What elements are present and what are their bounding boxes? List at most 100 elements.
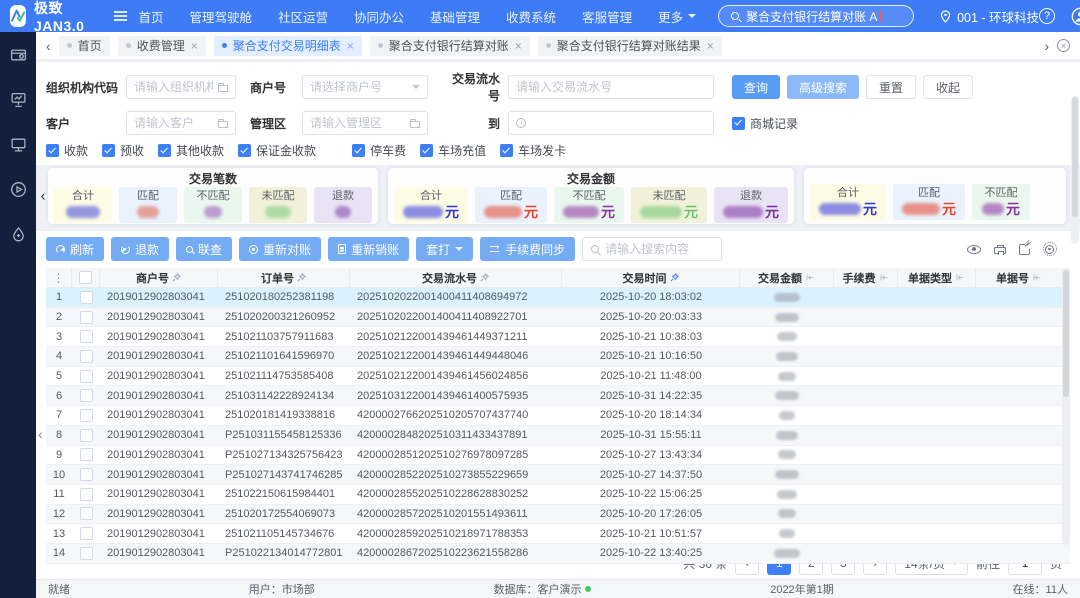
topnav-item[interactable]: 基础管理 (430, 7, 480, 26)
checkbox-checked-icon[interactable] (500, 144, 513, 157)
checkbox-checked-icon[interactable] (46, 144, 59, 157)
checkbox-checked-icon[interactable] (238, 144, 251, 157)
tabs-scroll-left-icon[interactable]: ‹ (46, 39, 51, 53)
page-scrollbar[interactable] (1071, 96, 1079, 244)
archive-icon[interactable] (10, 46, 27, 63)
table-row[interactable]: 92019012902803041P2510271343257564234200… (46, 446, 1070, 466)
row-checkbox[interactable] (80, 291, 93, 304)
water-drop-icon[interactable] (10, 226, 27, 243)
column-header[interactable]: 交易金额 (740, 268, 834, 287)
advanced-search-button[interactable]: 高级搜索 (787, 75, 859, 99)
folder-icon[interactable] (218, 85, 228, 92)
row-checkbox[interactable] (80, 429, 93, 442)
date-to-input[interactable] (508, 111, 714, 135)
table-row[interactable]: 3201901290280304125102110375791168320251… (46, 327, 1070, 347)
header-checkbox[interactable] (79, 271, 92, 284)
tab-item[interactable]: 首页 (59, 36, 110, 56)
tab-close-icon[interactable]: × (191, 39, 198, 53)
print-icon[interactable] (994, 247, 1006, 254)
column-header[interactable]: 商户号 (100, 268, 218, 287)
chevron-down-icon[interactable] (412, 85, 420, 93)
row-checkbox[interactable] (80, 350, 93, 363)
checkbox-checked-icon[interactable] (420, 144, 433, 157)
global-search[interactable]: 聚合支付银行结算对账 A (718, 5, 914, 27)
customer-input[interactable] (126, 111, 236, 135)
filter-checkbox[interactable]: 预收 (102, 142, 144, 159)
folder-icon[interactable] (410, 121, 420, 128)
table-row[interactable]: 5201901290280304125102111475358540820251… (46, 367, 1070, 387)
row-checkbox[interactable] (80, 311, 93, 324)
checkbox-checked-icon[interactable] (102, 144, 115, 157)
presentation-icon[interactable] (10, 91, 27, 108)
tab-item[interactable]: 聚合支付银行结算对账结果× (538, 36, 722, 56)
filter-checkbox[interactable]: 收款 (46, 142, 88, 159)
topnav-item[interactable]: 协同办公 (354, 7, 404, 26)
location-selector[interactable]: 001 - 环球科技 (940, 7, 1039, 26)
filter-checkbox[interactable]: 车场充值 (420, 142, 486, 159)
tab-close-icon[interactable]: × (347, 39, 354, 53)
tab-item[interactable]: 聚合支付交易明细表× (214, 36, 362, 56)
toolbar-button[interactable]: 重新销账 (328, 237, 409, 261)
tabs-scroll-right-icon[interactable]: › (1044, 39, 1049, 53)
area-input[interactable] (302, 111, 428, 135)
column-header[interactable]: 手续费 (834, 268, 898, 287)
row-menu-icon[interactable]: ⋮ (46, 268, 72, 287)
toolbar-button[interactable]: 套打 (416, 237, 473, 261)
toolbar-button[interactable]: 退款 (111, 237, 169, 261)
toolbar-button[interactable]: 手续费同步 (480, 237, 575, 261)
folder-icon[interactable] (218, 121, 228, 128)
row-checkbox[interactable] (80, 448, 93, 461)
monitor-icon[interactable] (10, 136, 27, 153)
topnav-item[interactable]: 首页 (138, 7, 163, 26)
column-header[interactable]: 交易时间 (562, 268, 740, 287)
table-row[interactable]: 1201901290280304125102018025238119820251… (46, 288, 1070, 308)
tab-close-icon[interactable]: × (515, 39, 522, 53)
table-search[interactable] (582, 237, 722, 261)
help-icon[interactable]: ? (1039, 8, 1055, 24)
row-checkbox[interactable] (80, 370, 93, 383)
row-checkbox[interactable] (80, 527, 93, 540)
table-row[interactable]: 142019012902803041P251022134014772801420… (46, 544, 1070, 564)
table-row[interactable]: 2201901290280304125102020032126095220251… (46, 308, 1070, 328)
filter-checkbox[interactable]: 车场发卡 (500, 142, 566, 159)
table-scroll-left-icon[interactable]: ‹ (38, 426, 43, 442)
table-scrollbar[interactable] (1062, 268, 1070, 545)
row-checkbox[interactable] (80, 468, 93, 481)
filter-checkbox[interactable]: 保证金收款 (238, 142, 316, 159)
tab-item[interactable]: 收费管理× (118, 36, 206, 56)
column-header[interactable]: 交易流水号 (350, 268, 562, 287)
settings-icon[interactable] (1045, 245, 1054, 254)
table-row[interactable]: 6201901290280304125103114222892413420251… (46, 386, 1070, 406)
collapse-button[interactable]: 收起 (923, 75, 973, 99)
checkbox-checked-icon[interactable] (158, 144, 171, 157)
checkbox-checked-icon[interactable] (352, 144, 365, 157)
toolbar-button[interactable]: 重新对账 (239, 237, 321, 261)
filter-checkbox[interactable]: 其他收款 (158, 142, 224, 159)
filter-checkbox[interactable]: 停车费 (352, 142, 406, 159)
row-checkbox[interactable] (80, 488, 93, 501)
topnav-item[interactable]: 管理驾驶舱 (189, 7, 252, 26)
toolbar-button[interactable]: 联查 (176, 237, 232, 261)
column-header[interactable]: 订单号 (218, 268, 350, 287)
mall-record-checkbox[interactable]: 商城记录 (732, 115, 798, 132)
stats-prev-icon[interactable]: ‹ (37, 188, 49, 205)
view-icon[interactable] (967, 245, 981, 254)
row-checkbox[interactable] (80, 547, 93, 560)
table-row[interactable]: 7201901290280304125102018141933881642000… (46, 406, 1070, 426)
topnav-item[interactable]: 客服管理 (582, 7, 632, 26)
row-checkbox[interactable] (80, 409, 93, 422)
topnav-item[interactable]: 收费系统 (506, 7, 556, 26)
topnav-more[interactable]: 更多 (658, 7, 696, 26)
column-header[interactable]: 单据类型 (898, 268, 976, 287)
user-avatar[interactable] (1071, 7, 1080, 26)
column-header[interactable]: 单据号 (976, 268, 1062, 287)
merchant-select[interactable] (302, 75, 428, 99)
txn-no-input[interactable] (508, 75, 714, 99)
table-row[interactable]: 82019012902803041P2510311554581253364200… (46, 426, 1070, 446)
table-row[interactable]: 1320190129028030412510211051457346764200… (46, 524, 1070, 544)
tab-close-icon[interactable]: × (707, 39, 714, 53)
user-menu[interactable] (1071, 7, 1080, 26)
row-checkbox[interactable] (80, 330, 93, 343)
export-icon[interactable] (1019, 244, 1030, 255)
table-row[interactable]: 1120190129028030412510221506159844014200… (46, 485, 1070, 505)
